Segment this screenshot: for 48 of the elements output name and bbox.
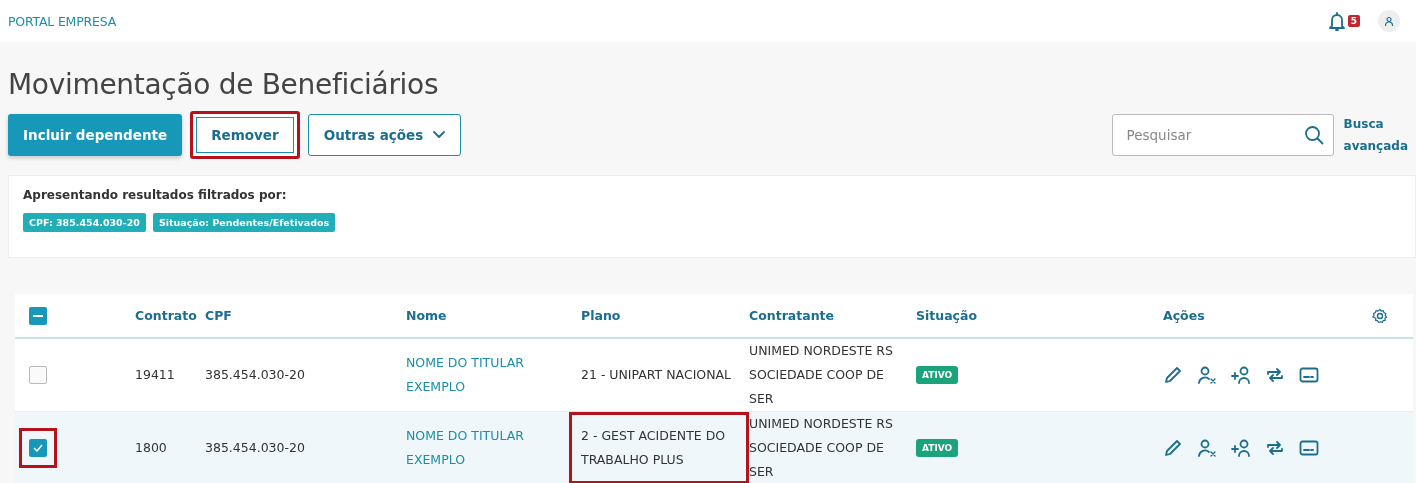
more-actions-button[interactable]: Outras ações	[307, 114, 462, 156]
column-header[interactable]: Contrato	[135, 308, 197, 323]
status-badge: ATIVO	[916, 439, 959, 457]
contractor-name: UNIMED NORDESTE RS SOCIEDADE COOP DE SER	[749, 415, 894, 481]
person-icon	[1384, 16, 1394, 26]
contract-number: 1800	[135, 439, 167, 457]
column-header[interactable]: Plano	[581, 308, 621, 323]
cpf-number: 385.454.030-20	[205, 366, 305, 384]
bell-icon[interactable]	[1327, 11, 1346, 31]
remove-button[interactable]: Remover	[190, 111, 300, 159]
settings-icon[interactable]	[1372, 307, 1388, 324]
contract-number: 19411	[135, 366, 175, 384]
remove-person-icon[interactable]	[1197, 365, 1217, 385]
contractor-name: UNIMED NORDESTE RS SOCIEDADE COOP DE SER	[749, 342, 894, 408]
search-field[interactable]: Pesquisar	[1111, 114, 1334, 156]
edit-icon[interactable]	[1163, 438, 1183, 458]
column-header[interactable]: Situação	[916, 308, 978, 323]
column-header[interactable]: CPF	[205, 308, 232, 323]
card-icon[interactable]	[1299, 438, 1319, 458]
beneficiary-name-link[interactable]: NOME DO TITULAR EXEMPLO	[406, 351, 569, 399]
minus-icon	[33, 314, 43, 317]
plan-name: 2 - GEST ACIDENTE DO TRABALHO PLUS	[569, 412, 749, 483]
search-icon	[1303, 125, 1324, 145]
row-checkbox[interactable]	[19, 428, 57, 468]
column-header[interactable]: Ações	[1163, 308, 1205, 323]
select-all-checkbox[interactable]	[29, 306, 47, 325]
checkmark-icon	[33, 444, 43, 452]
card-icon[interactable]	[1299, 365, 1319, 385]
notification-badge: 5	[1347, 15, 1360, 27]
include-button[interactable]: Incluir dependente	[8, 114, 183, 156]
swap-arrows-icon[interactable]	[1265, 365, 1285, 385]
plan-name: 21 - UNIPART NACIONAL	[580, 366, 733, 384]
column-header[interactable]: Contratante	[749, 308, 834, 323]
status-badge: ATIVO	[916, 366, 959, 384]
cpf-number: 385.454.030-20	[205, 439, 305, 457]
page-title: Movimentação de Beneficiários	[8, 68, 440, 101]
filter-label: Apresentando resultados filtrados por:	[23, 188, 288, 202]
user-avatar[interactable]	[1378, 10, 1400, 32]
brand-title[interactable]: PORTAL EMPRESA	[8, 13, 1328, 29]
add-person-icon[interactable]	[1231, 438, 1251, 458]
advanced-search-link[interactable]: Busca avançada	[1343, 113, 1408, 157]
swap-arrows-icon[interactable]	[1265, 438, 1285, 458]
edit-icon[interactable]	[1163, 365, 1183, 385]
add-person-icon[interactable]	[1231, 365, 1251, 385]
column-header[interactable]: Nome	[406, 308, 447, 323]
chevron-down-icon	[433, 131, 446, 139]
remove-person-icon[interactable]	[1197, 438, 1217, 458]
beneficiary-name-link[interactable]: NOME DO TITULAR EXEMPLO	[406, 424, 569, 472]
